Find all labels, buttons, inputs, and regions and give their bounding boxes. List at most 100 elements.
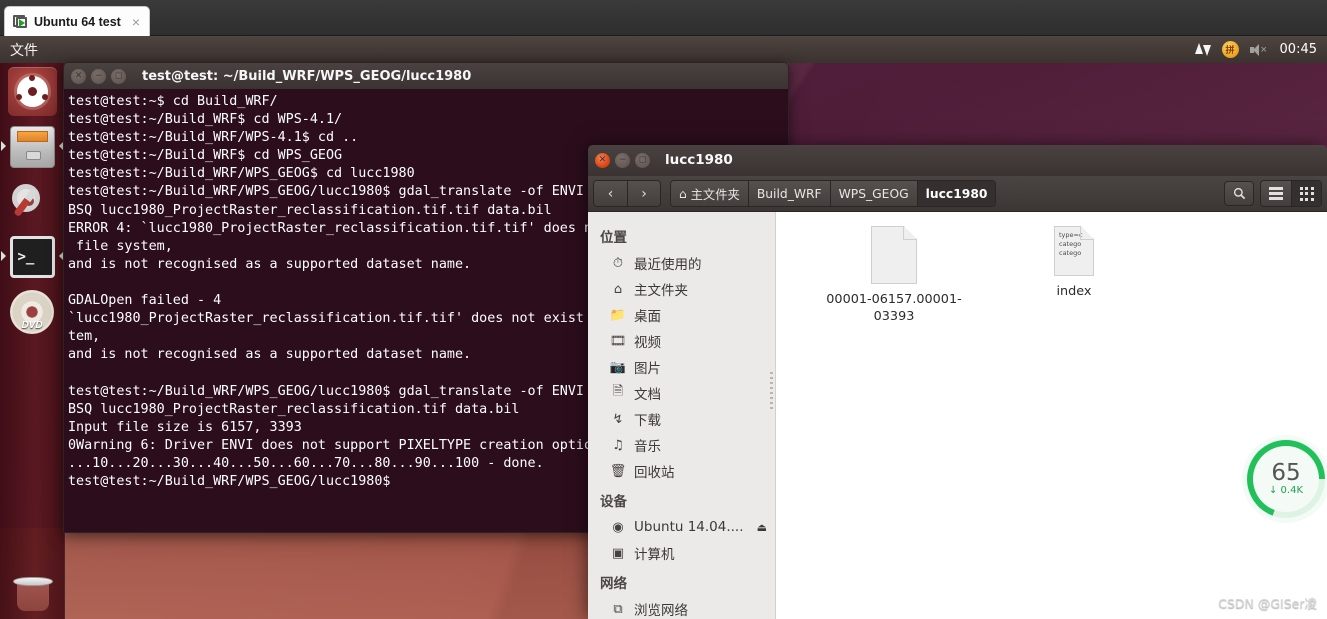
search-button[interactable]	[1224, 181, 1254, 207]
forward-button[interactable]: ›	[627, 181, 660, 207]
file-grid: 00001-06157.00001-03393 type=c catego ca…	[776, 226, 1327, 325]
watermark: CSDN @GISer凌	[1218, 596, 1317, 611]
launcher-item-ubuntu-dash[interactable]	[7, 67, 57, 116]
speed-rate: ↓ 0.4K	[1268, 485, 1304, 496]
fm-minimize-icon[interactable]: −	[615, 152, 630, 168]
fm-close-icon[interactable]: ✕	[595, 152, 610, 168]
launcher-item-terminal[interactable]: >_	[0, 232, 64, 281]
sidebar-item-ubuntu-disc[interactable]: ◉ Ubuntu 14.04.... ⏏	[588, 514, 775, 540]
launcher-item-trash[interactable]	[8, 568, 57, 617]
film-icon: 🎞	[609, 333, 627, 349]
disc-icon: ◉	[612, 519, 624, 535]
text-file-icon: type=c catego catego	[1054, 226, 1094, 277]
sidebar-header-devices: 设备	[600, 494, 627, 511]
trash-icon	[12, 575, 53, 611]
computer-icon: ▣	[611, 545, 625, 561]
vm-tab-label: Ubuntu 64 test	[34, 14, 121, 29]
sidebar-item-videos[interactable]: 🎞 视频	[588, 328, 775, 354]
terminal-icon: >_	[9, 235, 55, 278]
sidebar-item-label: 回收站	[634, 465, 675, 482]
hamburger-icon	[1269, 187, 1283, 200]
sidebar-header-network: 网络	[600, 576, 627, 593]
file-manager-main: 位置 ⏱ 最近使用的 ⌂ 主文件夹 📁 桌面 🎞 视频 📷 图片 🗎 文档 ↯ …	[588, 212, 1327, 619]
terminal-minimize-icon[interactable]: −	[91, 68, 106, 84]
breadcrumb-wps-geog[interactable]: WPS_GEOG	[829, 181, 917, 207]
sidebar-item-music[interactable]: ♫ 音乐	[588, 432, 775, 458]
grid-view-button[interactable]	[1291, 181, 1321, 207]
camera-icon: 📷	[609, 359, 627, 375]
breadcrumb-lucc1980[interactable]: lucc1980	[916, 181, 996, 207]
home-icon: ⌂	[679, 186, 687, 201]
sidebar-item-computer[interactable]: ▣ 计算机	[588, 540, 775, 566]
sidebar-scrollbar[interactable]	[770, 372, 773, 432]
sidebar-item-label: 计算机	[634, 547, 675, 564]
folder-icon: 📁	[609, 307, 627, 323]
clock[interactable]: 00:45	[1280, 42, 1317, 57]
sidebar-item-label: 桌面	[634, 309, 661, 326]
breadcrumb-home[interactable]: ⌂ 主文件夹	[671, 181, 748, 207]
fm-maximize-icon[interactable]: ◻	[635, 152, 650, 168]
dvd-label: DVD	[21, 319, 43, 331]
sidebar-item-recent[interactable]: ⏱ 最近使用的	[588, 250, 775, 276]
sidebar-header-places: 位置	[600, 230, 627, 247]
file-preview-text: type=c catego catego	[1059, 231, 1083, 258]
toolbar-right-group	[1224, 180, 1322, 208]
trash-icon: 🗑	[609, 463, 627, 479]
ubuntu-logo-icon	[7, 67, 57, 116]
file-manager-titlebar[interactable]: ✕ − ◻ lucc1980	[588, 145, 1327, 176]
sidebar-item-label: 主文件夹	[634, 283, 688, 300]
launcher-item-dvd[interactable]: DVD	[8, 287, 57, 336]
file-manager-sidebar: 位置 ⏱ 最近使用的 ⌂ 主文件夹 📁 桌面 🎞 视频 📷 图片 🗎 文档 ↯ …	[588, 212, 776, 619]
network-speed-widget[interactable]: 65 ↓ 0.4K	[1247, 440, 1325, 518]
file-name: 00001-06157.00001-03393	[826, 292, 962, 325]
sidebar-item-trash[interactable]: 🗑 回收站	[588, 458, 775, 484]
ubuntu-top-panel: 文件 拼 × 00:45	[0, 36, 1327, 63]
sidebar-item-downloads[interactable]: ↯ 下载	[588, 406, 775, 432]
file-name: index	[1056, 284, 1092, 300]
close-icon[interactable]: ×	[129, 15, 143, 29]
dvd-disc-icon: DVD	[10, 289, 54, 334]
terminal-maximize-icon[interactable]: ◻	[111, 68, 126, 84]
launcher-item-system-settings[interactable]	[8, 177, 57, 226]
search-icon	[1233, 188, 1245, 200]
sidebar-item-home[interactable]: ⌂ 主文件夹	[588, 276, 775, 302]
list-view-button[interactable]	[1261, 181, 1291, 207]
ime-glyph: 拼	[1221, 41, 1239, 58]
terminal-close-icon[interactable]: ✕	[71, 68, 86, 84]
document-icon: 🗎	[612, 384, 624, 400]
file-item-index[interactable]: type=c catego catego index	[1004, 226, 1144, 325]
network-icon[interactable]	[1194, 42, 1211, 57]
file-manager-window: ✕ − ◻ lucc1980 ‹ › ⌂ 主文件夹 Build_WRF WPS_…	[588, 145, 1327, 619]
terminal-titlebar[interactable]: ✕ − ◻ test@test: ~/Build_WRF/WPS_GEOG/lu…	[63, 62, 789, 89]
back-button[interactable]: ‹	[594, 181, 627, 207]
download-icon: ↯	[612, 411, 624, 427]
eject-icon[interactable]: ⏏	[757, 521, 767, 534]
network-browse-icon: ⧉	[613, 601, 623, 617]
sidebar-item-pictures[interactable]: 📷 图片	[588, 354, 775, 380]
view-toggle-group	[1260, 180, 1322, 208]
file-item-data-bil[interactable]: 00001-06157.00001-03393	[824, 226, 964, 325]
sidebar-item-label: 文档	[634, 387, 661, 404]
speed-value: 65	[1271, 460, 1301, 486]
sidebar-item-label: 视频	[634, 335, 661, 352]
breadcrumb-home-label: 主文件夹	[690, 187, 740, 202]
fm-window-title: lucc1980	[665, 152, 733, 169]
vm-tab-ubuntu[interactable]: Ubuntu 64 test ×	[4, 6, 150, 36]
vmware-tab-strip: Ubuntu 64 test ×	[0, 0, 1327, 36]
home-icon: ⌂	[613, 281, 623, 297]
breadcrumb-build-wrf[interactable]: Build_WRF	[747, 181, 830, 207]
panel-menu-file[interactable]: 文件	[10, 40, 38, 60]
volume-mute-x: ×	[1260, 43, 1267, 56]
sidebar-item-label: 音乐	[634, 439, 661, 456]
launcher-item-files[interactable]	[0, 122, 64, 171]
sidebar-item-documents[interactable]: 🗎 文档	[588, 380, 775, 406]
volume-muted-icon[interactable]: ×	[1249, 43, 1269, 57]
speed-readout: 65 ↓ 0.4K	[1253, 446, 1319, 512]
sidebar-item-desktop[interactable]: 📁 桌面	[588, 302, 775, 328]
file-list-area[interactable]: 00001-06157.00001-03393 type=c catego ca…	[776, 212, 1327, 619]
terminal-title: test@test: ~/Build_WRF/WPS_GEOG/lucc1980	[142, 68, 472, 84]
system-tray: 拼 × 00:45	[1194, 41, 1327, 58]
file-manager-icon	[9, 125, 55, 168]
sidebar-item-browse-network[interactable]: ⧉ 浏览网络	[588, 596, 775, 619]
input-method-icon[interactable]: 拼	[1221, 41, 1239, 58]
